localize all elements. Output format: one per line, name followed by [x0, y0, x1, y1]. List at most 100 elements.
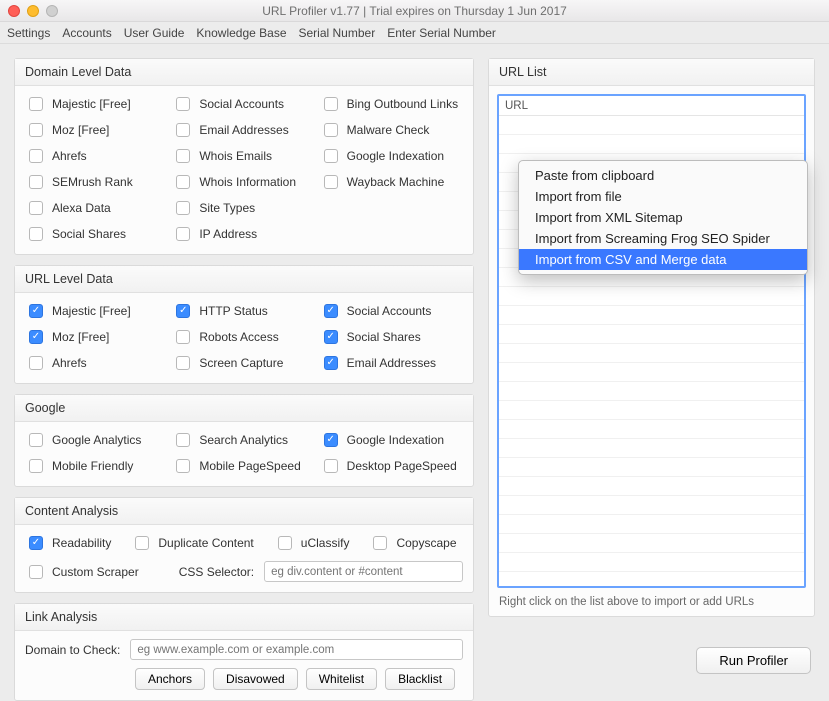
checkbox-label: IP Address [199, 227, 257, 241]
url-row[interactable] [499, 325, 804, 344]
menu-knowledge-base[interactable]: Knowledge Base [196, 26, 286, 40]
checkbox-domain-moz-free[interactable]: Moz [Free] [25, 120, 168, 140]
css-selector-label: CSS Selector: [179, 565, 254, 579]
checkbox-url-email-addresses[interactable]: Email Addresses [320, 353, 463, 373]
checkbox-label: Copyscape [396, 536, 456, 550]
menu-user-guide[interactable]: User Guide [124, 26, 185, 40]
checkbox-url-social-shares[interactable]: Social Shares [320, 327, 463, 347]
menu-serial-number[interactable]: Serial Number [299, 26, 376, 40]
minimize-icon[interactable] [27, 5, 39, 17]
checkbox-domain-malware-check[interactable]: Malware Check [320, 120, 463, 140]
checkbox-domain-wayback-machine[interactable]: Wayback Machine [320, 172, 463, 192]
checkbox-url-robots-access[interactable]: Robots Access [172, 327, 315, 347]
checkbox-domain-alexa-data[interactable]: Alexa Data [25, 198, 168, 218]
url-row[interactable] [499, 116, 804, 135]
button-disavowed[interactable]: Disavowed [213, 668, 298, 690]
ctx-import-from-xml-sitemap[interactable]: Import from XML Sitemap [519, 207, 807, 228]
checkbox-content-duplicate-content[interactable]: Duplicate Content [131, 533, 253, 553]
checkbox-domain-majestic-free[interactable]: Majestic [Free] [25, 94, 168, 114]
url-list-column-header: URL [499, 96, 804, 116]
url-row[interactable] [499, 382, 804, 401]
panel-domain-level: Domain Level Data Majestic [Free]Social … [14, 58, 474, 255]
url-row[interactable] [499, 420, 804, 439]
checkbox-label: Screen Capture [199, 356, 283, 370]
checkbox-label: uClassify [301, 536, 350, 550]
checkbox-label: Moz [Free] [52, 330, 109, 344]
button-anchors[interactable]: Anchors [135, 668, 205, 690]
checkbox-custom-scraper[interactable]: Custom Scraper [25, 562, 139, 582]
checkbox-label: SEMrush Rank [52, 175, 133, 189]
checkbox-google-google-indexation[interactable]: Google Indexation [320, 430, 463, 450]
url-row[interactable] [499, 458, 804, 477]
checkbox-google-google-analytics[interactable]: Google Analytics [25, 430, 168, 450]
css-selector-input[interactable] [264, 561, 463, 582]
ctx-import-from-file[interactable]: Import from file [519, 186, 807, 207]
checkbox-content-uclassify[interactable]: uClassify [274, 533, 350, 553]
checkbox-domain-social-accounts[interactable]: Social Accounts [172, 94, 315, 114]
checkbox-content-readability[interactable]: Readability [25, 533, 111, 553]
checkbox-label: Ahrefs [52, 356, 87, 370]
checkbox-label: Search Analytics [199, 433, 288, 447]
checkbox-url-social-accounts[interactable]: Social Accounts [320, 301, 463, 321]
menu-accounts[interactable]: Accounts [62, 26, 111, 40]
checkbox-domain-social-shares[interactable]: Social Shares [25, 224, 168, 244]
panel-url-list-title: URL List [489, 59, 814, 86]
url-row[interactable] [499, 439, 804, 458]
checkbox-url-http-status[interactable]: HTTP Status [172, 301, 315, 321]
run-profiler-button[interactable]: Run Profiler [696, 647, 811, 674]
menu-settings[interactable]: Settings [7, 26, 50, 40]
url-row[interactable] [499, 534, 804, 553]
menu-enter-serial-number[interactable]: Enter Serial Number [387, 26, 496, 40]
panel-url-list: URL List URL Right click on the list abo… [488, 58, 815, 617]
url-row[interactable] [499, 135, 804, 154]
button-whitelist[interactable]: Whitelist [306, 668, 377, 690]
checkbox-google-search-analytics[interactable]: Search Analytics [172, 430, 315, 450]
domain-to-check-input[interactable] [130, 639, 463, 660]
url-row[interactable] [499, 306, 804, 325]
checkbox-url-moz-free[interactable]: Moz [Free] [25, 327, 168, 347]
ctx-paste-from-clipboard[interactable]: Paste from clipboard [519, 165, 807, 186]
checkbox-domain-site-types[interactable]: Site Types [172, 198, 315, 218]
panel-domain-level-title: Domain Level Data [15, 59, 473, 86]
checkbox-google-mobile-pagespeed[interactable]: Mobile PageSpeed [172, 456, 315, 476]
menubar: Settings Accounts User Guide Knowledge B… [0, 22, 829, 44]
checkbox-label: Google Indexation [347, 149, 444, 163]
url-row[interactable] [499, 344, 804, 363]
url-row[interactable] [499, 401, 804, 420]
checkbox-label: Whois Information [199, 175, 296, 189]
checkbox-domain-bing-outbound-links[interactable]: Bing Outbound Links [320, 94, 463, 114]
url-row[interactable] [499, 572, 804, 588]
url-row[interactable] [499, 363, 804, 382]
checkbox-label: HTTP Status [199, 304, 267, 318]
checkbox-domain-whois-emails[interactable]: Whois Emails [172, 146, 315, 166]
url-row[interactable] [499, 477, 804, 496]
ctx-import-from-screaming-frog-seo-spider[interactable]: Import from Screaming Frog SEO Spider [519, 228, 807, 249]
checkbox-content-copyscape[interactable]: Copyscape [369, 533, 456, 553]
checkbox-domain-ahrefs[interactable]: Ahrefs [25, 146, 168, 166]
checkbox-url-majestic-free[interactable]: Majestic [Free] [25, 301, 168, 321]
url-row[interactable] [499, 496, 804, 515]
checkbox-label: Email Addresses [347, 356, 436, 370]
checkbox-domain-google-indexation[interactable]: Google Indexation [320, 146, 463, 166]
window-titlebar: URL Profiler v1.77 | Trial expires on Th… [0, 0, 829, 22]
context-menu[interactable]: Paste from clipboardImport from fileImpo… [518, 160, 808, 275]
checkbox-domain-email-addresses[interactable]: Email Addresses [172, 120, 315, 140]
ctx-import-from-csv-and-merge-data[interactable]: Import from CSV and Merge data [519, 249, 807, 270]
checkbox-label: Email Addresses [199, 123, 288, 137]
close-icon[interactable] [8, 5, 20, 17]
checkbox-url-screen-capture[interactable]: Screen Capture [172, 353, 315, 373]
checkbox-google-desktop-pagespeed[interactable]: Desktop PageSpeed [320, 456, 463, 476]
checkbox-domain-semrush-rank[interactable]: SEMrush Rank [25, 172, 168, 192]
url-row[interactable] [499, 287, 804, 306]
maximize-icon[interactable] [46, 5, 58, 17]
checkbox-google-mobile-friendly[interactable]: Mobile Friendly [25, 456, 168, 476]
url-row[interactable] [499, 515, 804, 534]
checkbox-url-ahrefs[interactable]: Ahrefs [25, 353, 168, 373]
checkbox-label: Moz [Free] [52, 123, 109, 137]
checkbox-label: Robots Access [199, 330, 278, 344]
button-blacklist[interactable]: Blacklist [385, 668, 455, 690]
checkbox-domain-ip-address[interactable]: IP Address [172, 224, 315, 244]
checkbox-domain-whois-information[interactable]: Whois Information [172, 172, 315, 192]
checkbox-label: Malware Check [347, 123, 430, 137]
url-row[interactable] [499, 553, 804, 572]
